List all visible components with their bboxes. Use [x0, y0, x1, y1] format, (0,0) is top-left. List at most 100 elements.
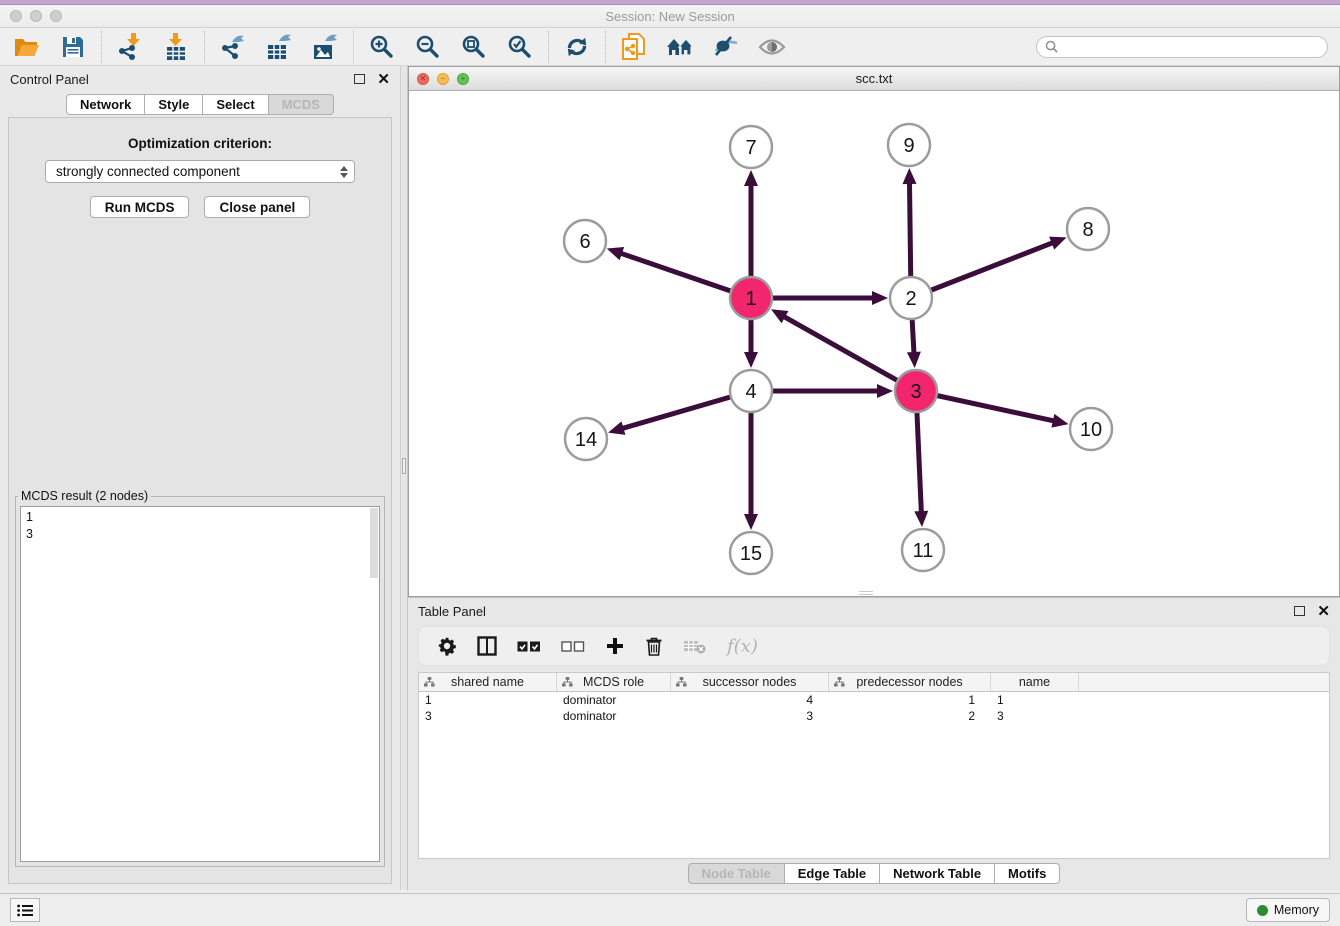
export-table-icon[interactable]: [264, 32, 294, 62]
run-mcds-button[interactable]: Run MCDS: [90, 196, 190, 218]
graph-arrowhead: [744, 514, 758, 530]
cell-mcds-role[interactable]: dominator: [557, 708, 671, 724]
graph-node-label: 3: [910, 381, 921, 403]
tab-network[interactable]: Network: [66, 94, 145, 115]
table-row[interactable]: 3 dominator 3 2 3: [419, 708, 1329, 724]
table-panel: Table Panel ✕: [408, 597, 1340, 890]
float-table-panel-icon[interactable]: [1294, 606, 1305, 616]
save-icon[interactable]: [58, 32, 88, 62]
network-canvas[interactable]: 7968124314101511: [409, 91, 1339, 596]
cell-shared-name[interactable]: 3: [419, 708, 557, 724]
show-eye-icon[interactable]: [757, 32, 787, 62]
graph-node-label: 11: [913, 540, 934, 562]
cell-successor-nodes[interactable]: 3: [671, 708, 829, 724]
column-header-mcds-role[interactable]: MCDS role: [557, 673, 671, 691]
graph-node-label: 7: [745, 137, 756, 159]
task-history-button[interactable]: [10, 898, 40, 922]
table-row[interactable]: 1 dominator 4 1 1: [419, 692, 1329, 708]
homes-icon[interactable]: [665, 32, 695, 62]
cell-name[interactable]: 3: [991, 708, 1079, 724]
column-header-shared-name[interactable]: shared name: [419, 673, 557, 691]
result-line: 1: [26, 509, 379, 526]
import-network-icon[interactable]: [115, 32, 145, 62]
tab-select[interactable]: Select: [203, 94, 268, 115]
graph-arrowhead: [914, 511, 928, 527]
graph-arrowhead: [907, 352, 921, 368]
table-toolbar: f(x): [418, 626, 1330, 666]
graph-arrowhead: [744, 352, 758, 368]
panel-splitter[interactable]: [400, 66, 408, 890]
graph-arrowhead: [744, 170, 758, 186]
graph-edge-2-8[interactable]: [911, 242, 1054, 298]
unselect-all-checkboxes-icon[interactable]: [561, 640, 585, 653]
graph-node-label: 2: [905, 288, 916, 310]
main-titlebar: Session: New Session: [0, 5, 1340, 28]
main-toolbar: [0, 28, 1340, 66]
open-folder-icon[interactable]: [12, 32, 42, 62]
graph-node-label: 9: [903, 135, 914, 157]
cell-successor-nodes[interactable]: 4: [671, 692, 829, 708]
refresh-layout-icon[interactable]: [562, 32, 592, 62]
zoom-selected-icon[interactable]: [505, 32, 535, 62]
hide-eye-icon[interactable]: [711, 32, 741, 62]
graph-edge-3-1[interactable]: [782, 316, 916, 391]
float-panel-icon[interactable]: [354, 74, 365, 84]
search-box: [1036, 36, 1328, 58]
graph-node-label: 15: [740, 543, 762, 565]
network-graph[interactable]: 7968124314101511: [409, 91, 1339, 596]
column-header-name[interactable]: name: [991, 673, 1079, 691]
select-all-checkboxes-icon[interactable]: [517, 640, 541, 653]
zoom-fit-icon[interactable]: [459, 32, 489, 62]
export-network-icon[interactable]: [218, 32, 248, 62]
mcds-result-box: MCDS result (2 nodes) 1 3: [15, 489, 385, 867]
close-table-panel-icon[interactable]: ✕: [1317, 604, 1330, 619]
graph-arrowhead: [872, 291, 888, 305]
network-window-titlebar: ✕ − + scc.txt: [409, 67, 1339, 91]
memory-button[interactable]: Memory: [1246, 898, 1330, 922]
close-panel-button[interactable]: Close panel: [204, 196, 310, 218]
trash-icon[interactable]: [645, 636, 663, 656]
export-image-icon[interactable]: [310, 32, 340, 62]
tab-edge-table[interactable]: Edge Table: [785, 863, 880, 884]
node-table: shared name MCDS role successor nodes pr…: [418, 672, 1330, 859]
import-table-icon[interactable]: [161, 32, 191, 62]
window-title: Session: New Session: [0, 9, 1340, 24]
tab-motifs[interactable]: Motifs: [995, 863, 1060, 884]
graph-arrowhead: [1051, 414, 1068, 428]
cell-mcds-role[interactable]: dominator: [557, 692, 671, 708]
table-panel-title: Table Panel: [418, 604, 486, 619]
network-view-window: ✕ − + scc.txt 7968124314101511: [408, 66, 1340, 597]
result-scrollbar-thumb[interactable]: [370, 508, 378, 578]
splitter-grip[interactable]: [402, 458, 406, 474]
delete-column-icon[interactable]: [683, 638, 707, 654]
function-builder-icon[interactable]: f(x): [727, 636, 758, 657]
add-column-icon[interactable]: [605, 636, 625, 656]
control-panel: Control Panel ✕ Network Style Select MCD…: [0, 66, 400, 890]
tab-network-table[interactable]: Network Table: [880, 863, 995, 884]
tab-style[interactable]: Style: [145, 94, 203, 115]
clone-network-icon[interactable]: [619, 32, 649, 62]
gear-icon[interactable]: [437, 636, 457, 656]
cell-predecessor-nodes[interactable]: 1: [829, 692, 991, 708]
zoom-out-icon[interactable]: [413, 32, 443, 62]
cell-predecessor-nodes[interactable]: 2: [829, 708, 991, 724]
table-header-row: shared name MCDS role successor nodes pr…: [419, 673, 1329, 692]
search-input[interactable]: [1063, 40, 1319, 54]
cell-shared-name[interactable]: 1: [419, 692, 557, 708]
cell-name[interactable]: 1: [991, 692, 1079, 708]
columns-icon[interactable]: [477, 636, 497, 656]
optimization-criterion-select[interactable]: strongly connected component: [45, 160, 355, 183]
graph-node-label: 6: [579, 231, 590, 253]
network-resize-grip[interactable]: [859, 591, 873, 595]
tab-node-table[interactable]: Node Table: [688, 863, 785, 884]
close-panel-icon[interactable]: ✕: [377, 72, 390, 87]
zoom-in-icon[interactable]: [367, 32, 397, 62]
control-panel-tabs: Network Style Select MCDS: [0, 94, 400, 115]
graph-node-label: 14: [575, 429, 597, 451]
column-header-predecessor-nodes[interactable]: predecessor nodes: [829, 673, 991, 691]
tab-mcds[interactable]: MCDS: [269, 94, 334, 115]
mcds-result-textarea[interactable]: 1 3: [20, 506, 380, 862]
optimization-criterion-label: Optimization criterion:: [9, 136, 391, 151]
column-header-successor-nodes[interactable]: successor nodes: [671, 673, 829, 691]
network-window-title: scc.txt: [409, 71, 1339, 86]
